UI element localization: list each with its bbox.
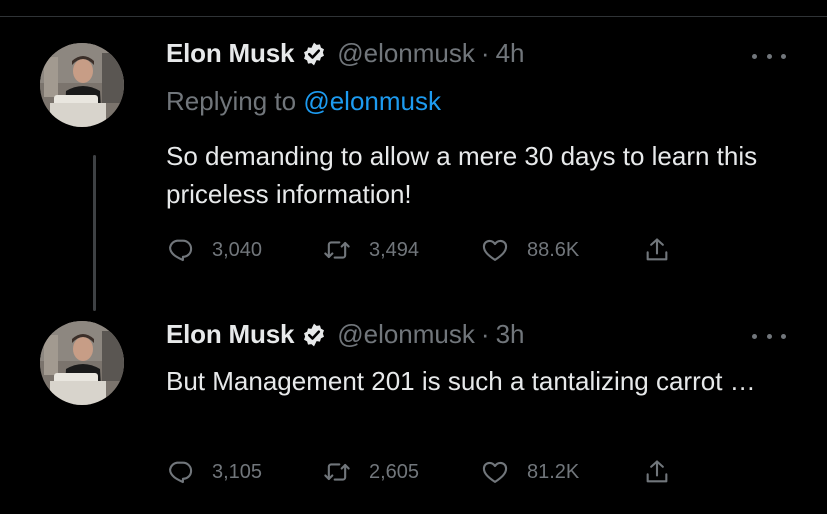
replying-to-label: Replying to: [166, 86, 297, 116]
avatar-photo: [40, 321, 124, 405]
verified-badge-icon: [304, 42, 325, 65]
display-name[interactable]: Elon Musk: [166, 38, 294, 69]
share-upload-icon: [646, 460, 668, 483]
retweet-icon: [324, 241, 350, 259]
tweet-header: Elon Musk @elonmusk · 3h: [166, 319, 524, 350]
divider: [0, 16, 827, 17]
action-bar: 3,040 3,494 88.6K: [166, 235, 683, 265]
reply-mention-link[interactable]: @elonmusk: [303, 86, 441, 116]
like-count: 88.6K: [527, 238, 580, 261]
heart-icon: [482, 239, 508, 261]
like-count: 81.2K: [527, 460, 580, 483]
retweet-button[interactable]: 2,605: [323, 458, 481, 486]
share-upload-icon: [646, 238, 668, 261]
tweet-text: So demanding to allow a mere 30 days to …: [166, 141, 758, 209]
share-button[interactable]: [643, 458, 683, 486]
timestamp[interactable]: 4h: [496, 38, 525, 69]
avatar[interactable]: [40, 321, 124, 405]
separator: ·: [480, 319, 490, 349]
user-handle[interactable]: @elonmusk: [337, 319, 475, 350]
retweet-button[interactable]: 3,494: [323, 236, 481, 264]
avatar[interactable]: [40, 43, 124, 127]
reply-button[interactable]: 3,105: [166, 458, 323, 486]
display-name[interactable]: Elon Musk: [166, 319, 294, 350]
separator: ·: [480, 38, 490, 68]
retweet-count: 2,605: [369, 460, 420, 483]
user-handle[interactable]: @elonmusk: [337, 38, 475, 69]
reply-bubble-icon: [169, 239, 193, 262]
tweet-header: Elon Musk @elonmusk · 4h: [166, 38, 524, 69]
replying-to: Replying to @elonmusk: [166, 86, 441, 117]
retweet-icon: [324, 463, 350, 481]
heart-icon: [482, 461, 508, 483]
like-button[interactable]: 88.6K: [481, 236, 643, 264]
share-button[interactable]: [643, 236, 683, 264]
reply-count: 3,105: [212, 460, 263, 483]
like-button[interactable]: 81.2K: [481, 458, 643, 486]
tweet-text: But Management 201 is such a tantalizing…: [166, 366, 756, 396]
timestamp[interactable]: 3h: [496, 319, 525, 350]
more-horizontal-icon[interactable]: [752, 330, 786, 342]
reply-button[interactable]: 3,040: [166, 236, 323, 264]
verified-badge-icon: [304, 323, 325, 346]
reply-count: 3,040: [212, 238, 263, 261]
thread-connector: [93, 155, 96, 311]
action-bar: 3,105 2,605 81.2K: [166, 457, 683, 487]
retweet-count: 3,494: [369, 238, 420, 261]
avatar-photo: [40, 43, 124, 127]
more-horizontal-icon[interactable]: [752, 50, 786, 62]
reply-bubble-icon: [169, 461, 193, 484]
